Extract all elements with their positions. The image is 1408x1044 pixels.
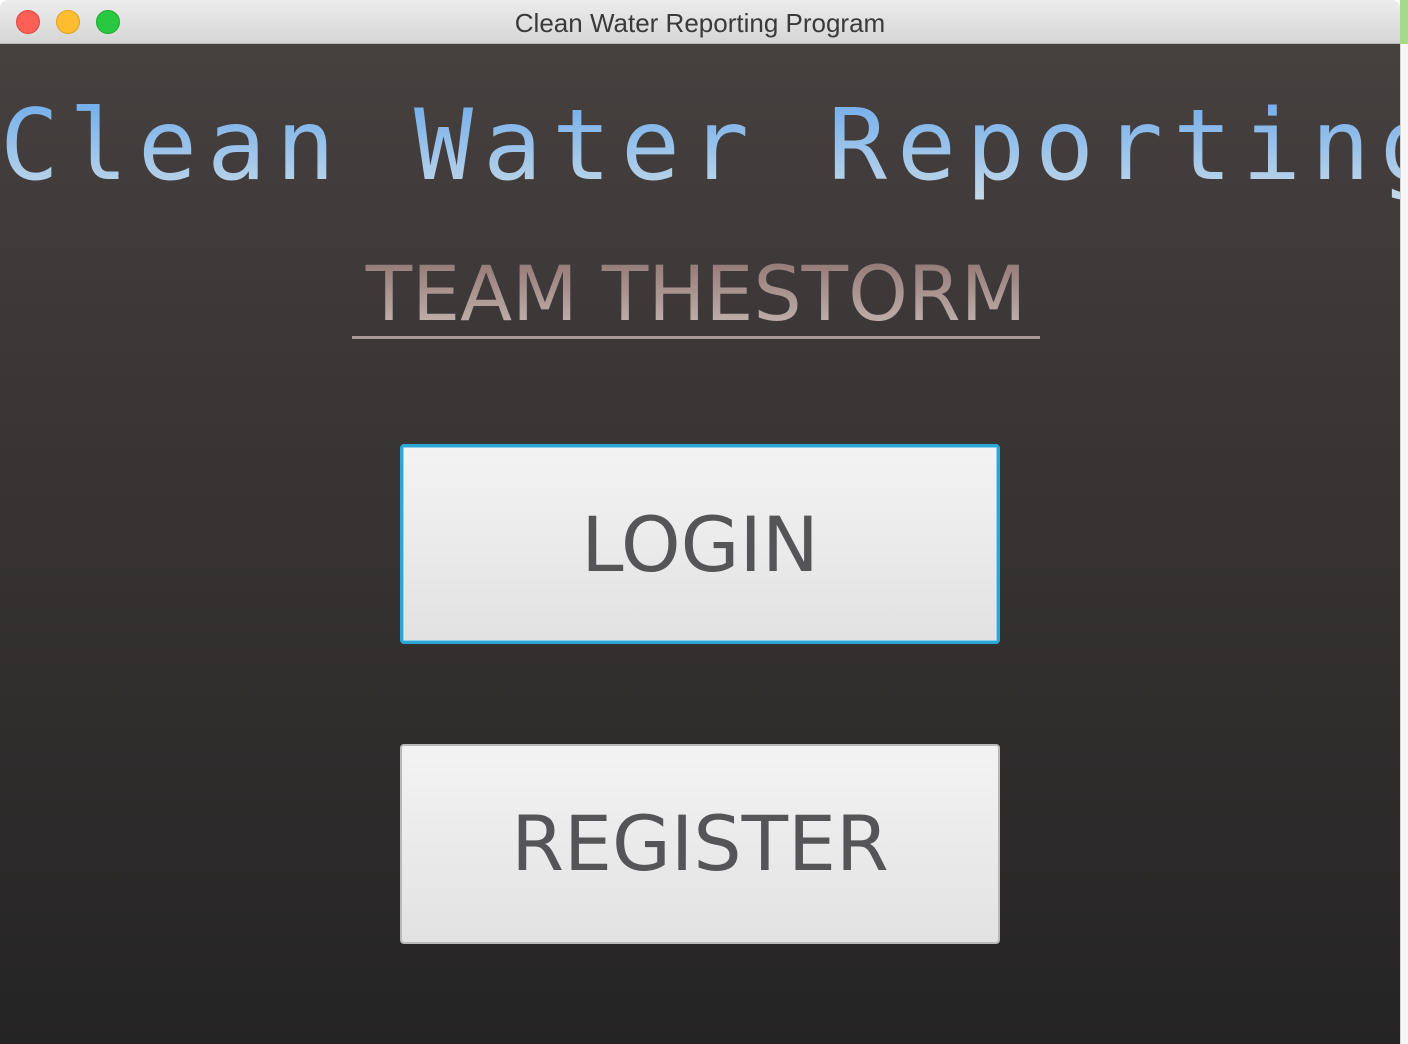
login-button[interactable]: LOGIN [400,444,1000,644]
background-window-edge [1400,0,1408,1044]
main-content: Clean Water Reporting TEAM THESTORM LOGI… [0,44,1400,1044]
window-title: Clean Water Reporting Program [514,8,886,38]
window-edge-divider [1400,44,1401,1044]
background-window-accent [1400,0,1408,44]
register-button[interactable]: REGISTER [400,744,1000,944]
app-window: Clean Water Reporting Program Clean Wate… [0,0,1400,1044]
title-bar[interactable]: Clean Water Reporting Program [0,0,1400,44]
app-title: Clean Water Reporting [0,89,1400,203]
team-title-label: TEAM THESTORM [352,249,1040,339]
team-title: TEAM THESTORM [352,249,1040,339]
